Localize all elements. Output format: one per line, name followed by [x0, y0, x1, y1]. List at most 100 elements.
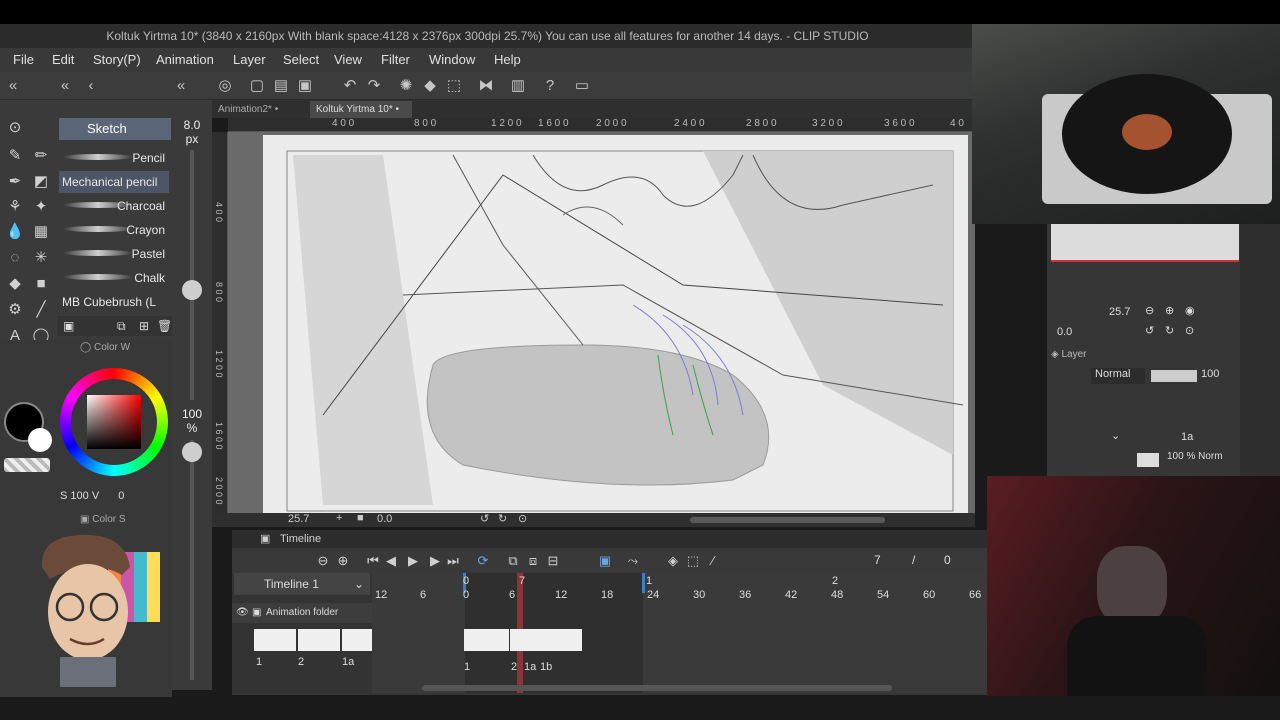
- subtool-pastel[interactable]: Pastel: [59, 243, 169, 265]
- subtool-copy-icon[interactable]: ⧉: [117, 319, 126, 334]
- layer-row-animation-folder[interactable]: 👁 ▣ Animation folder: [232, 603, 372, 623]
- previous-frame-icon[interactable]: ◀: [382, 552, 400, 570]
- open-file-icon[interactable]: ▤: [272, 77, 290, 95]
- blend-mode-select[interactable]: Normal: [1091, 368, 1145, 384]
- navigator-rotation-value[interactable]: 0.0: [1057, 326, 1072, 338]
- brush-size-handle[interactable]: [182, 280, 202, 300]
- color-set-tab-icon[interactable]: ▣: [80, 514, 92, 525]
- cel-thumb[interactable]: [254, 629, 296, 651]
- cel-thumb[interactable]: [298, 629, 340, 651]
- brush-size-slider[interactable]: [182, 150, 202, 400]
- delete-cel-icon[interactable]: ⊟: [544, 552, 562, 570]
- subtool-chalk[interactable]: Chalk: [59, 267, 169, 289]
- line-icon[interactable]: ╱: [31, 300, 51, 320]
- tab-close-icon[interactable]: •: [393, 104, 399, 115]
- new-file-icon[interactable]: ▢: [248, 77, 266, 95]
- chevron-down-icon[interactable]: ⌄: [354, 573, 364, 595]
- next-frame-icon[interactable]: ▶: [426, 552, 444, 570]
- zoom-out-icon[interactable]: ⊖: [314, 552, 332, 570]
- opacity-handle[interactable]: [182, 442, 202, 462]
- zoom-in-icon[interactable]: +: [336, 512, 342, 524]
- subtool-crayon[interactable]: Crayon: [59, 219, 169, 241]
- tab-animation2[interactable]: Animation2* •: [212, 101, 308, 118]
- subtool-delete-icon[interactable]: 🗑: [157, 319, 172, 333]
- pen-icon[interactable]: ✎: [5, 146, 25, 166]
- zoom-in-icon[interactable]: ⊕: [334, 552, 352, 570]
- blend-icon[interactable]: 💧: [5, 222, 25, 242]
- frame-icon[interactable]: ▦: [31, 222, 51, 242]
- camera-icon[interactable]: ◈: [664, 552, 682, 570]
- last-frame-icon[interactable]: ⏭: [444, 552, 462, 570]
- navigator-zoom-out-icon[interactable]: ⊖: [1145, 304, 1154, 317]
- fill-icon[interactable]: ◆: [421, 77, 439, 95]
- frame-cel[interactable]: [464, 629, 509, 651]
- brush-icon[interactable]: ✒: [5, 172, 25, 192]
- layer-opacity-value[interactable]: 100: [1201, 368, 1219, 380]
- navigator-zoom-in-icon[interactable]: ⊕: [1165, 304, 1174, 317]
- clear-icon[interactable]: ✺: [397, 77, 415, 95]
- pencil-icon[interactable]: ✏: [31, 146, 51, 166]
- redo-icon[interactable]: ↷: [365, 77, 383, 95]
- first-frame-icon[interactable]: ⏮: [364, 552, 382, 570]
- settings-icon[interactable]: ▥: [509, 77, 527, 95]
- object-select-icon[interactable]: ⚙: [5, 300, 25, 320]
- color-square[interactable]: [87, 395, 141, 449]
- magic-wand-icon[interactable]: ✳: [31, 248, 51, 268]
- timeline-tab-icon[interactable]: ▣: [260, 530, 270, 548]
- menu-file[interactable]: File: [13, 52, 34, 67]
- save-icon[interactable]: ▣: [296, 77, 314, 95]
- canvas-zoom-value[interactable]: 25.7: [288, 513, 309, 525]
- menu-edit[interactable]: Edit: [52, 52, 74, 67]
- navigator-preview[interactable]: [1051, 224, 1239, 262]
- onion-skin-icon[interactable]: ▣: [596, 552, 614, 570]
- decoration-icon[interactable]: ⚘: [5, 197, 25, 217]
- rotate-reset-icon[interactable]: ⊙: [518, 512, 527, 525]
- fill-bucket-icon[interactable]: ◆: [5, 274, 25, 294]
- subtool-new-icon[interactable]: ⊞: [139, 319, 149, 333]
- layer-tab-icon[interactable]: ◈: [1051, 349, 1061, 360]
- frame-field[interactable]: 0: [944, 553, 951, 567]
- crop-icon[interactable]: ⬚: [684, 552, 702, 570]
- subtool-group-header[interactable]: Sketch: [59, 118, 171, 140]
- play-icon[interactable]: ▶: [404, 552, 422, 570]
- navigator-fit-icon[interactable]: ◉: [1185, 304, 1195, 317]
- arrow-left-icon[interactable]: ‹: [82, 77, 100, 95]
- timeline-select[interactable]: Timeline 1 ⌄: [234, 573, 370, 595]
- edit-icon[interactable]: ⁄: [704, 552, 722, 570]
- subtool-mechanical-pencil[interactable]: Mechanical pencil: [59, 171, 169, 193]
- subtool-mb-cubebrush[interactable]: MB Cubebrush (L: [59, 291, 169, 313]
- subtool-pencil[interactable]: Pencil: [59, 147, 169, 169]
- menu-help[interactable]: Help: [494, 52, 521, 67]
- eye-icon[interactable]: 👁: [236, 603, 249, 623]
- gradient-icon[interactable]: ■: [31, 274, 51, 294]
- flip-icon[interactable]: ⧓: [477, 77, 495, 95]
- undo-icon[interactable]: ↶: [341, 77, 359, 95]
- transform-icon[interactable]: ⬚: [445, 77, 463, 95]
- tween-icon[interactable]: ⤳: [624, 552, 642, 570]
- timeline-frames[interactable]: 0 7 1 2 12 6 0 6 12 18 24 30 36 42 48 54…: [372, 573, 987, 693]
- zoom-icon[interactable]: ⊙: [5, 118, 25, 138]
- opacity-bar[interactable]: [1151, 370, 1197, 382]
- collapse-icon[interactable]: «: [172, 77, 190, 95]
- menu-filter[interactable]: Filter: [381, 52, 410, 67]
- rotate-right-icon[interactable]: ↻: [498, 512, 507, 525]
- eraser-icon[interactable]: ◩: [31, 172, 51, 192]
- navigator-zoom-value[interactable]: 25.7: [1109, 306, 1130, 318]
- clip-studio-icon[interactable]: ◎: [216, 77, 234, 95]
- help-icon[interactable]: ?: [541, 77, 559, 95]
- collapse-left-icon-2[interactable]: «: [56, 77, 74, 95]
- navigator-rotate-right-icon[interactable]: ↻: [1165, 324, 1174, 337]
- color-wheel[interactable]: [60, 368, 168, 476]
- loop-icon[interactable]: ⟳: [474, 552, 492, 570]
- canvas-rotation-value[interactable]: 0.0: [377, 513, 392, 525]
- subtool-settings-icon[interactable]: ▣: [63, 319, 74, 333]
- navigator-rotate-left-icon[interactable]: ↺: [1145, 324, 1154, 337]
- frame-cel[interactable]: [510, 629, 582, 651]
- canvas-h-scrollbar[interactable]: [690, 517, 885, 523]
- collapse-left-icon[interactable]: «: [4, 77, 22, 95]
- assign-cel-icon[interactable]: ⧈: [524, 552, 542, 570]
- tab-koltuk-yirtma[interactable]: Koltuk Yirtma 10* •: [310, 101, 412, 118]
- canvas-paper[interactable]: [263, 135, 968, 514]
- rotate-left-icon[interactable]: ↺: [480, 512, 489, 525]
- opacity-slider[interactable]: [182, 440, 202, 680]
